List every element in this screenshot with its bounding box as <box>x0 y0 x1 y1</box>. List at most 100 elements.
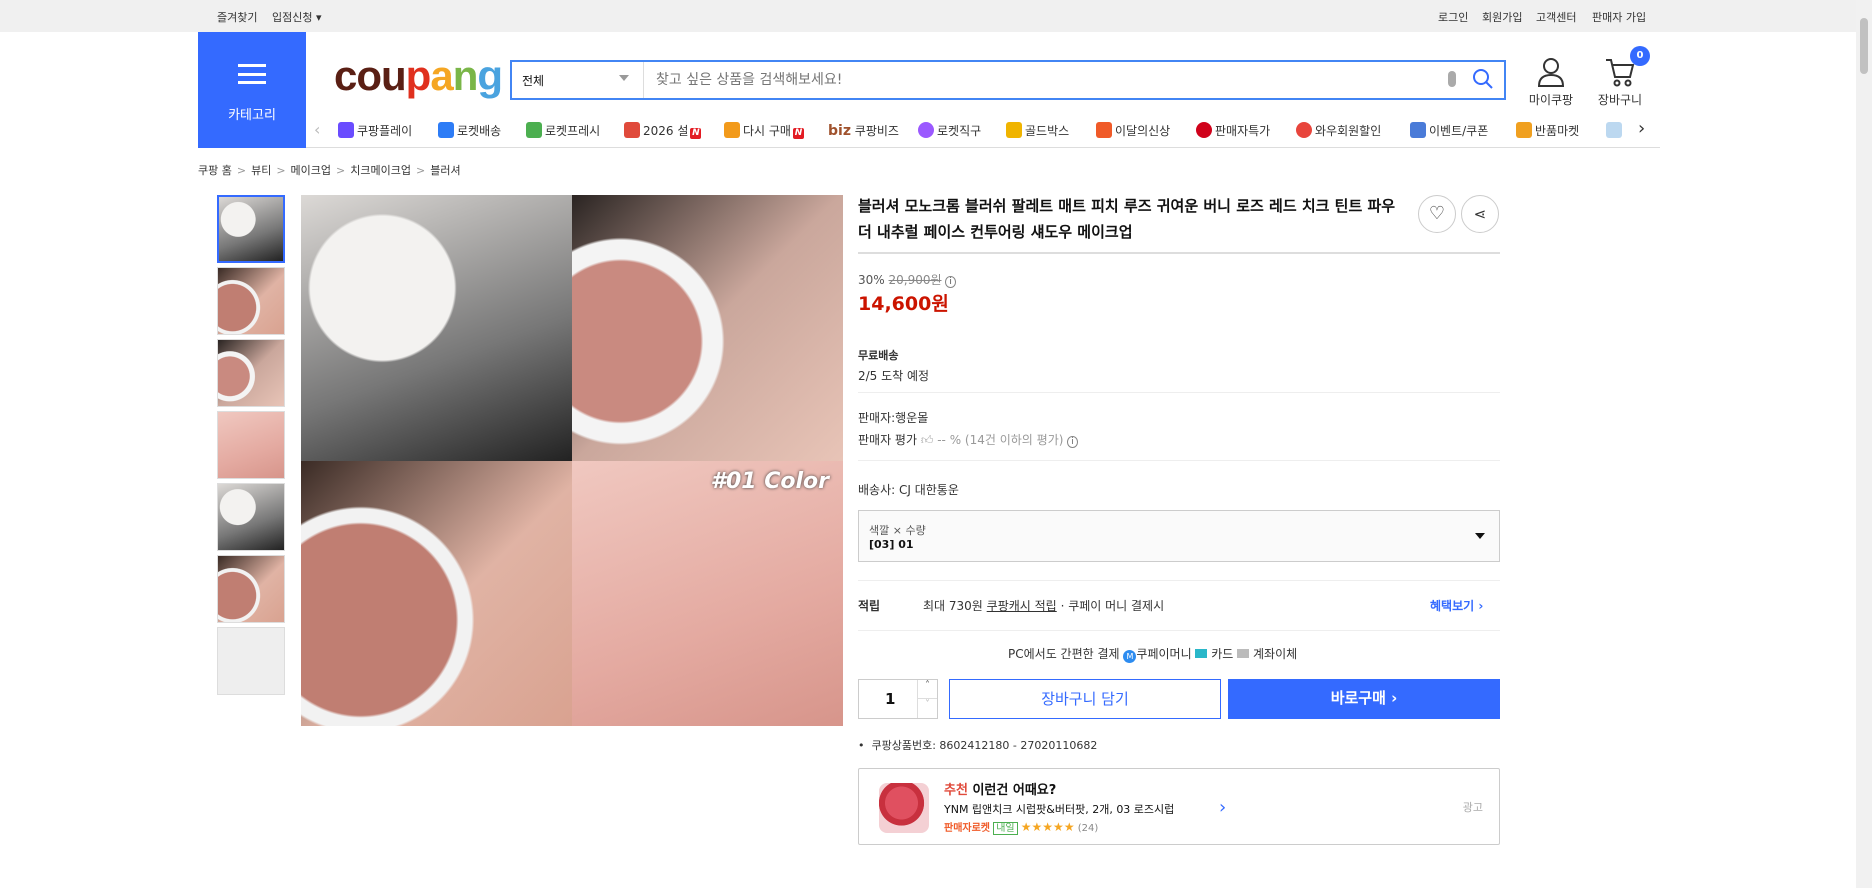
user-icon <box>1537 58 1565 87</box>
nav-item-biz[interactable]: biz 쿠팡비즈 <box>828 122 899 139</box>
new-badge: N <box>690 128 702 139</box>
add-to-cart-button[interactable]: 장바구니 담기 <box>949 679 1221 719</box>
nav-item-rocket[interactable]: 로켓배송 <box>438 122 501 139</box>
thumbnail[interactable] <box>217 339 285 407</box>
breadcrumb-item[interactable]: 치크메이크업 <box>350 164 411 177</box>
bookmark-link[interactable]: 즐겨찾기 <box>217 9 257 25</box>
quantity-down-icon[interactable]: ˅ <box>917 699 937 718</box>
nav-item-rocket-fresh[interactable]: 로켓프레시 <box>526 122 600 139</box>
benefit-link[interactable]: 혜택보기 › <box>1430 597 1483 614</box>
review-count: (24) <box>1077 823 1099 834</box>
seller-rating-label: 판매자 평가 <box>858 433 918 447</box>
nav-item-rebuy[interactable]: 다시 구매 N <box>724 122 804 139</box>
shopping-bag-icon <box>1096 122 1112 138</box>
nav-item-rocket-global[interactable]: 로켓직구 <box>918 122 981 139</box>
cart-button[interactable]: 장바구니 0 <box>1594 46 1650 108</box>
breadcrumb-item[interactable]: 뷰티 <box>251 164 271 177</box>
new-badge: N <box>792 128 804 139</box>
nav-label: 이달의신상 <box>1115 124 1171 138</box>
percent-icon <box>1196 122 1212 138</box>
nav-label: 2026 설 <box>643 124 689 138</box>
seller-rating-value: -- % (14건 이하의 평가) <box>937 433 1064 447</box>
share-icon[interactable]: ⋖ <box>1461 195 1499 233</box>
recommend-meta: 판매자로켓 내일 ★★★★★ (24) <box>944 819 1099 835</box>
recommended-product-image <box>879 783 929 833</box>
star-rating: ★★★★★ <box>1020 820 1075 834</box>
product-main-image[interactable]: #01 Color <box>301 195 843 726</box>
breadcrumb-item[interactable]: 블러셔 <box>430 164 460 177</box>
recommendation-card[interactable]: 추천 이런건 어때요? YNM 립앤치크 시럽팟&버터팟, 2개, 03 로즈시… <box>858 768 1500 845</box>
coupay-icon: M <box>1123 650 1137 663</box>
quantity-up-icon[interactable]: ˄ <box>917 680 937 699</box>
divider <box>858 460 1500 461</box>
coupang-logo[interactable]: coupang <box>334 52 503 100</box>
nav-item-return-market[interactable]: 반품마켓 <box>1516 122 1579 139</box>
thumbnail[interactable] <box>217 267 285 335</box>
search-scope-select[interactable]: 전체 <box>512 62 644 98</box>
reward-amount: 최대 730원 <box>923 599 983 613</box>
nav-label: 다시 구매 <box>743 124 791 138</box>
pay-method: 계좌이체 <box>1253 647 1298 661</box>
ad-label: 광고 <box>1462 801 1483 814</box>
nav-label: 로켓직구 <box>937 124 982 138</box>
seller-signup-link[interactable]: 판매자 가입 <box>1592 9 1646 25</box>
nav-item-coupang-play[interactable]: 쿠팡플레이 <box>338 122 412 139</box>
play-icon <box>338 122 354 138</box>
customer-center-link[interactable]: 고객센터 <box>1536 9 1576 25</box>
breadcrumb-item[interactable]: 쿠팡 홈 <box>198 164 232 177</box>
login-link[interactable]: 로그인 <box>1438 9 1468 25</box>
thumbnail[interactable] <box>217 555 285 623</box>
nav-item-more[interactable] <box>1606 122 1625 138</box>
nav-prev-arrow-icon[interactable]: ‹ <box>314 120 320 139</box>
dropdown-arrow-icon <box>1475 533 1485 544</box>
info-icon[interactable]: i <box>1067 436 1078 448</box>
image-quadrant <box>572 195 843 461</box>
divider <box>858 252 1500 254</box>
nav-item-seller-deal[interactable]: 판매자특가 <box>1196 122 1270 139</box>
favorite-heart-icon[interactable]: ♡ <box>1418 195 1456 233</box>
top-utility-bar: 즐겨찾기 입점신청 ▾ 로그인 회원가입 고객센터 판매자 가입 <box>0 0 1856 32</box>
breadcrumb-item[interactable]: 메이크업 <box>291 164 331 177</box>
nav-item-seol[interactable]: 2026 설N <box>624 122 702 139</box>
chevron-right-icon[interactable]: › <box>1219 797 1226 818</box>
thumbnail[interactable] <box>217 483 285 551</box>
nav-item-new-arrivals[interactable]: 이달의신상 <box>1096 122 1170 139</box>
search-input[interactable] <box>646 62 1426 98</box>
product-number-text: 쿠팡상품번호: 8602412180 - 27020110682 <box>871 739 1098 752</box>
discount-rate: 30% <box>858 273 885 287</box>
option-select[interactable]: 색깔 × 수량 [03] 01 <box>858 510 1500 562</box>
nav-item-wow-discount[interactable]: 와우회원할인 <box>1296 122 1381 139</box>
category-label: 카테고리 <box>228 108 276 123</box>
thumbnail[interactable] <box>217 411 285 479</box>
buy-now-button[interactable]: 바로구매 › <box>1228 679 1500 719</box>
category-menu-button[interactable]: 카테고리 <box>198 32 306 148</box>
seller-apply-link[interactable]: 입점신청 ▾ <box>272 9 322 25</box>
recommended-product-name: YNM 립앤치크 시럽팟&버터팟, 2개, 03 로즈시럽 <box>944 803 1175 816</box>
thumbnail[interactable] <box>217 627 285 695</box>
nav-label: 와우회원할인 <box>1315 124 1382 138</box>
hamburger-icon <box>238 64 266 84</box>
nav-next-arrow-icon[interactable]: › <box>1638 118 1645 139</box>
bank-icon <box>1237 649 1250 658</box>
nav-item-events[interactable]: 이벤트/쿠폰 <box>1410 122 1488 139</box>
reward-label: 적립 <box>858 599 881 613</box>
seller-name[interactable]: 판매자:행운몰 <box>858 409 928 426</box>
option-value: [03] 01 <box>869 538 914 551</box>
carrier: 배송사: CJ 대한통운 <box>858 483 959 497</box>
thumbnail[interactable] <box>217 195 285 263</box>
info-icon[interactable]: i <box>945 276 956 288</box>
breadcrumb: 쿠팡 홈 > 뷰티 > 메이크업 > 치크메이크업 > 블러셔 <box>198 164 461 177</box>
microphone-icon[interactable] <box>1448 71 1456 87</box>
signup-link[interactable]: 회원가입 <box>1482 9 1522 25</box>
scrollbar[interactable] <box>1856 0 1872 888</box>
search-icon[interactable] <box>1472 68 1494 90</box>
rocket-icon <box>438 122 454 138</box>
coupang-cash-link[interactable]: 쿠팡캐시 적립 <box>987 599 1057 613</box>
seller-rocket-badge: 판매자로켓 <box>944 823 990 834</box>
gift-icon <box>624 122 640 138</box>
nav-item-goldbox[interactable]: 골드박스 <box>1006 122 1069 139</box>
pay-methods-row: PC에서도 간편한 결제 M 쿠페이머니 카드 계좌이체 <box>1008 645 1297 663</box>
scrollbar-thumb[interactable] <box>1860 18 1868 74</box>
mypage-button[interactable]: 마이쿠팡 <box>1526 56 1576 108</box>
quantity-input[interactable]: 1 <box>885 690 895 708</box>
